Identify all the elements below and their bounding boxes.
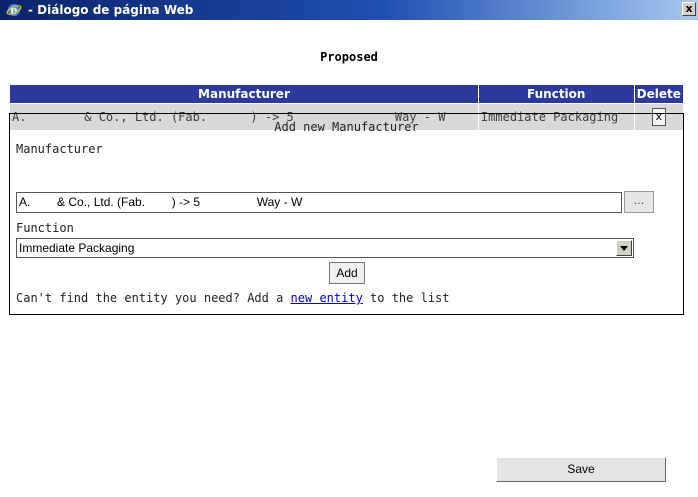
manufacturer-label: Manufacturer: [16, 142, 103, 156]
save-button[interactable]: Save: [496, 457, 666, 482]
column-header-delete: Delete: [633, 84, 685, 104]
panel-title: Add new Manufacturer: [274, 120, 419, 134]
function-label: Function: [16, 221, 74, 235]
help-suffix: to the list: [362, 291, 450, 305]
dropdown-arrow-icon[interactable]: [616, 240, 632, 256]
close-button[interactable]: x: [682, 2, 696, 16]
title-bar: e - Diálogo de página Web x: [0, 0, 698, 20]
function-select[interactable]: Immediate Packaging: [16, 238, 634, 258]
table-header-row: Manufacturer Function Delete: [9, 84, 685, 104]
page-title: Proposed: [320, 50, 378, 64]
internet-explorer-icon: e: [6, 4, 22, 17]
window-title: - Diálogo de página Web: [28, 3, 194, 17]
browse-button[interactable]: ...: [624, 191, 654, 213]
help-prefix: Can't find the entity you need? Add a: [16, 291, 291, 305]
new-entity-link[interactable]: new entity: [291, 291, 363, 305]
function-selected-value: Immediate Packaging: [19, 241, 135, 255]
manufacturer-input[interactable]: A. & Co., Ltd. (Fab. ) -> 5 Way - W: [16, 192, 622, 213]
column-header-function: Function: [477, 84, 635, 104]
column-header-manufacturer: Manufacturer: [9, 84, 479, 104]
help-text: Can't find the entity you need? Add a ne…: [16, 291, 450, 305]
add-manufacturer-panel: Add new Manufacturer Manufacturer A. & C…: [9, 113, 684, 315]
add-button[interactable]: Add: [329, 262, 365, 284]
